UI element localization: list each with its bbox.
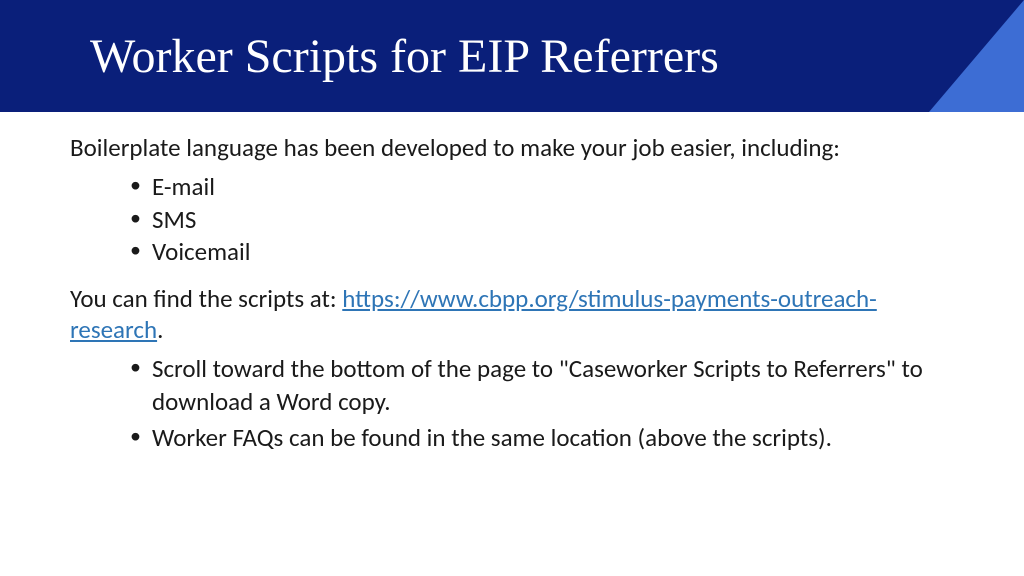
slide-content: Boilerplate language has been developed … xyxy=(0,112,1024,479)
intro-text: Boilerplate language has been developed … xyxy=(70,132,954,163)
list-item: SMS xyxy=(130,204,954,237)
slide-title: Worker Scripts for EIP Referrers xyxy=(90,29,719,84)
list-item: Scroll toward the bottom of the page to … xyxy=(130,353,954,418)
find-scripts-text: You can find the scripts at: https://www… xyxy=(70,283,954,346)
find-suffix: . xyxy=(157,314,163,345)
instructions-list: Scroll toward the bottom of the page to … xyxy=(130,353,954,455)
header-accent-triangle xyxy=(929,0,1024,112)
find-prefix: You can find the scripts at: xyxy=(70,283,342,314)
list-item: Worker FAQs can be found in the same loc… xyxy=(130,422,954,455)
channels-list: E-mail SMS Voicemail xyxy=(130,171,954,269)
list-item: Voicemail xyxy=(130,236,954,269)
list-item: E-mail xyxy=(130,171,954,204)
slide-header: Worker Scripts for EIP Referrers xyxy=(0,0,1024,112)
